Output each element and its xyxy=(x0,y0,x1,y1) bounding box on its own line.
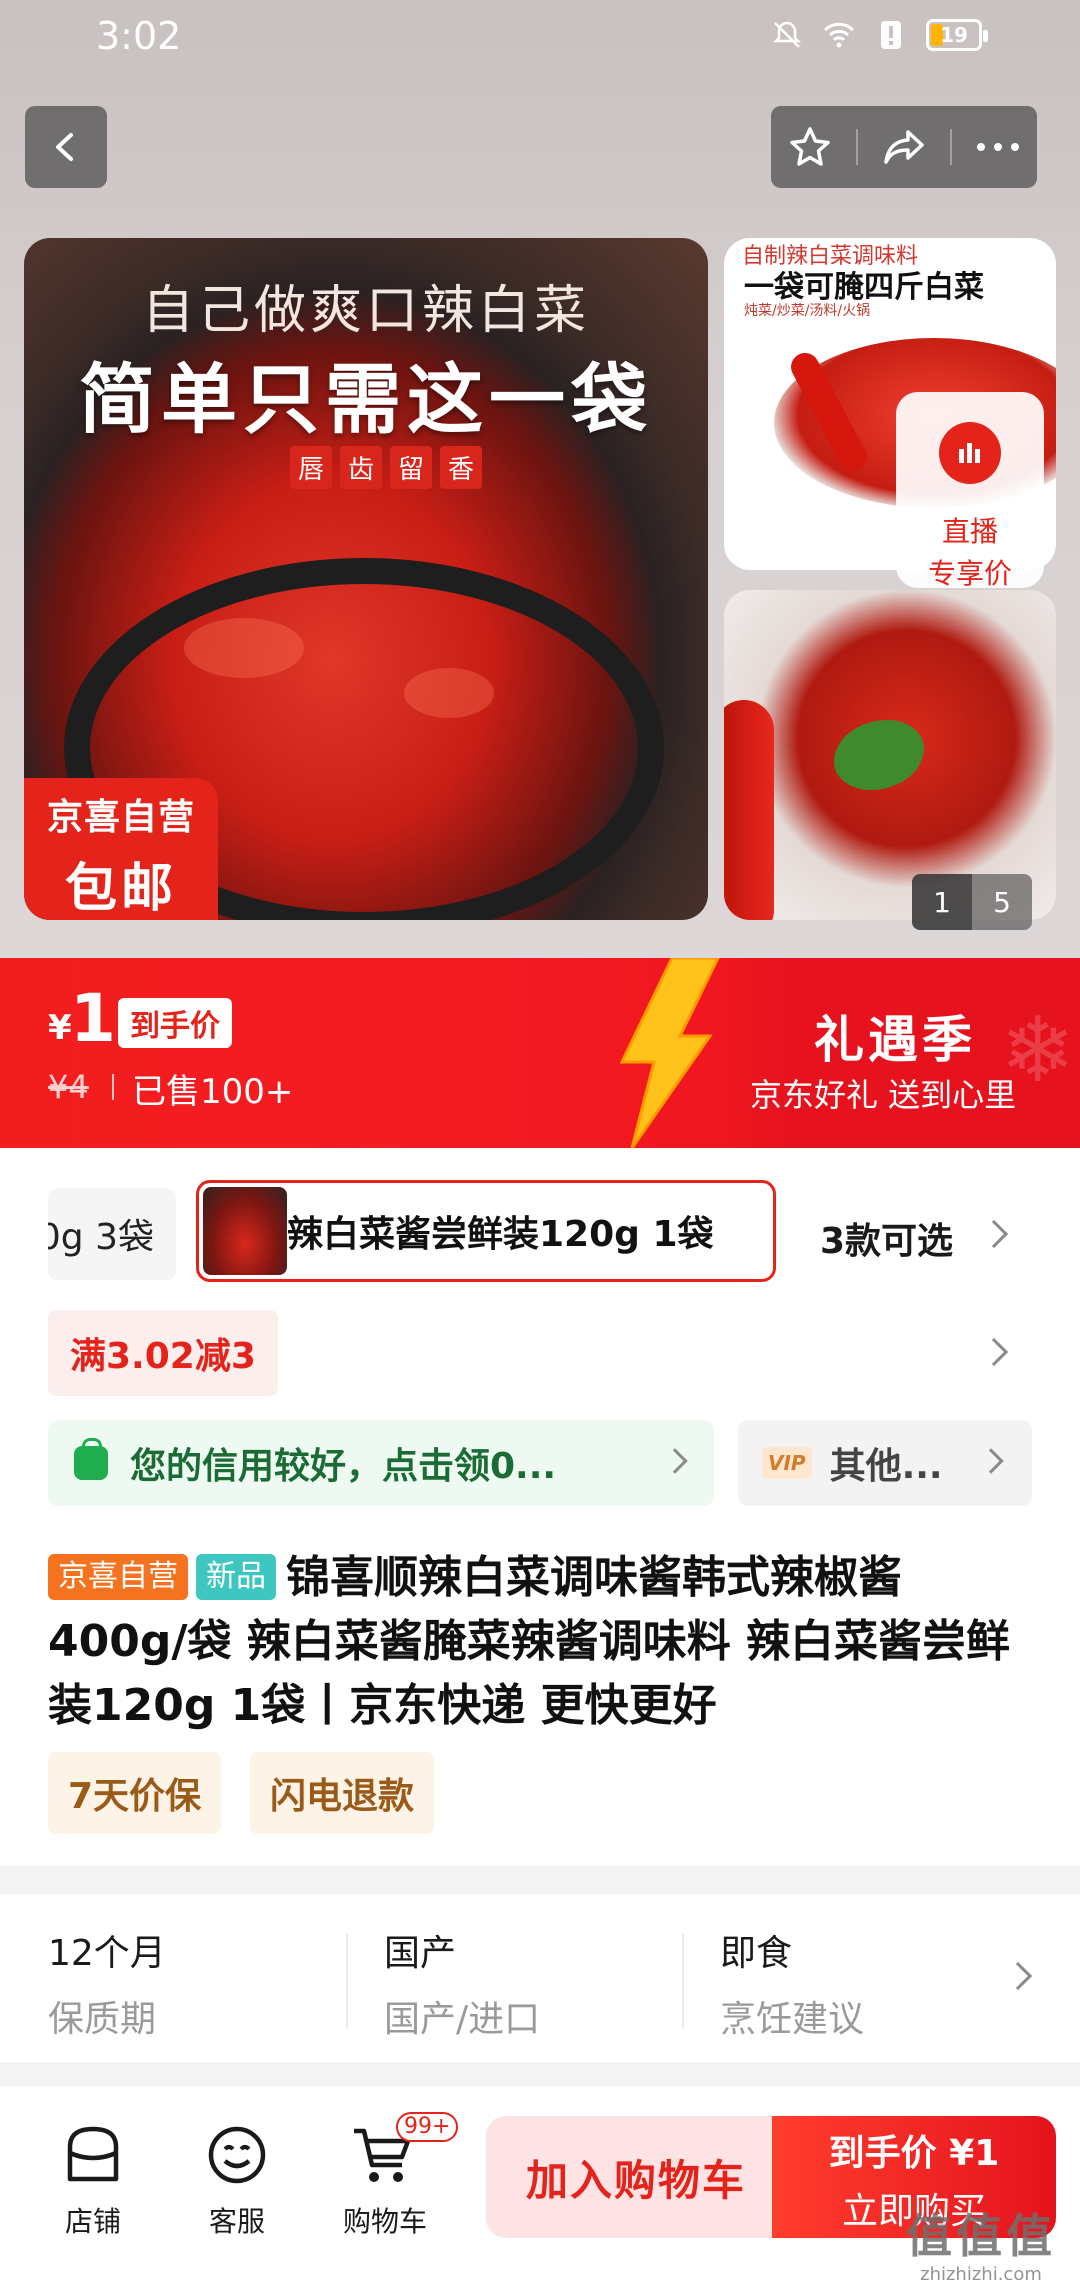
currency-symbol: ¥ xyxy=(48,1008,72,1048)
sold-count: 已售100+ xyxy=(132,1072,294,1112)
favorite-button[interactable] xyxy=(778,115,842,179)
share-button[interactable] xyxy=(872,115,936,179)
main-product-image[interactable]: 自己做爽口辣白菜 简单只需这一袋 唇 齿 留 香 京喜自营 包邮 xyxy=(24,238,708,920)
service-tag-fast-refund[interactable]: 闪电退款 xyxy=(250,1752,435,1834)
self-operated-badge: 京喜自营 包邮 xyxy=(24,778,218,920)
new-product-tag: 新品 xyxy=(196,1554,276,1600)
section-divider xyxy=(0,2062,1080,2086)
chevron-right-icon[interactable] xyxy=(979,1337,1009,1367)
share-icon xyxy=(884,130,924,164)
back-button[interactable] xyxy=(25,106,107,188)
campaign-subtitle: 京东好礼 送到心里 xyxy=(750,1076,1017,1114)
vip-offer[interactable]: VIP 其他... xyxy=(738,1420,1032,1506)
nav-customer-service[interactable]: 客服 xyxy=(172,2120,302,2240)
spec-cooking: 即食 烹饪建议 xyxy=(720,1933,865,2040)
mute-bell-icon xyxy=(772,21,802,48)
add-to-cart-button[interactable]: 加入购物车 xyxy=(486,2116,786,2238)
divider xyxy=(112,1074,114,1100)
product-gallery[interactable]: 3:02 19 自己做爽口辣白菜 简单只需这一袋 唇 齿 留 香 京喜自营 包邮… xyxy=(0,0,1080,958)
wifi-icon xyxy=(823,22,855,48)
buy-now-price: 到手价 ¥1 xyxy=(828,2133,1000,2174)
gallery-pager: 1 5 xyxy=(912,874,1032,930)
nav-store[interactable]: 店铺 xyxy=(28,2120,158,2240)
more-button[interactable] xyxy=(966,115,1030,179)
lightning-icon xyxy=(619,958,720,1148)
sku-thumbnail xyxy=(203,1187,287,1275)
image-caption-2: 简单只需这一袋 xyxy=(79,355,653,444)
cart-count-badge: 99+ xyxy=(396,2112,459,2142)
divider xyxy=(950,129,952,165)
customer-service-icon xyxy=(208,2126,266,2184)
divider xyxy=(856,129,858,165)
section-divider xyxy=(0,1866,1080,1894)
image-stamp: 唇 齿 留 香 xyxy=(290,446,483,489)
divider xyxy=(346,1934,348,2028)
spec-shelf-life: 12个月 保质期 xyxy=(48,1933,166,2040)
price-value: 1 xyxy=(70,980,116,1057)
pager-total: 5 xyxy=(993,885,1011,919)
watermark: 值值值 zhizhizhi.com xyxy=(906,2209,1056,2280)
coupon-badge[interactable]: 满3.02减3 xyxy=(48,1310,278,1396)
original-price: ¥4 xyxy=(48,1068,89,1106)
divider xyxy=(682,1934,684,2028)
pager-current: 1 xyxy=(912,874,972,930)
chevron-right-icon xyxy=(1003,1961,1033,1991)
status-icons: 19 xyxy=(770,18,988,52)
star-icon xyxy=(790,127,830,166)
chevron-right-icon xyxy=(978,1448,1004,1474)
service-tag-price-protect[interactable]: 7天价保 xyxy=(48,1752,222,1834)
chevron-left-icon xyxy=(56,133,73,161)
battery-icon: 19 xyxy=(926,19,988,51)
chevron-right-icon xyxy=(662,1448,688,1474)
sku-option-selected[interactable]: 辣白菜酱尝鲜装120g 1袋 xyxy=(196,1180,776,1282)
sku-option-prev[interactable]: 0g 3袋 xyxy=(48,1188,176,1280)
spec-summary[interactable]: 12个月 保质期 国产 国产/进口 即食 烹饪建议 xyxy=(0,1894,1080,2062)
price-banner: ¥ 1 到手价 ¥4 已售100+ ❄ 礼遇季 京东好礼 送到心里 xyxy=(0,958,1080,1148)
shopping-bag-icon xyxy=(74,1438,108,1480)
sku-more-options[interactable]: 3款可选 xyxy=(820,1212,953,1264)
alert-icon xyxy=(881,21,901,49)
campaign-title: 礼遇季 xyxy=(814,1011,976,1069)
live-icon xyxy=(939,422,1001,484)
live-price-button[interactable]: 直播 专享价 xyxy=(896,392,1044,590)
chevron-right-icon[interactable] xyxy=(979,1219,1009,1249)
sku-selector: 0g 3袋 辣白菜酱尝鲜装120g 1袋 3款可选 xyxy=(0,1180,1080,1290)
vip-icon: VIP xyxy=(762,1447,812,1479)
status-time: 3:02 xyxy=(96,14,182,58)
thumb-caption-tags: 炖菜/炒菜/汤料/火锅 xyxy=(744,303,871,319)
product-title-text: 锦喜顺辣白菜调味酱韩式辣椒酱400g/袋 辣白菜酱腌菜辣酱调味料 辣白菜酱尝鲜装… xyxy=(48,1552,1011,1731)
more-icon xyxy=(977,143,1019,151)
image-caption-1: 自己做爽口辣白菜 xyxy=(141,281,590,341)
nav-cart[interactable]: 99+ 购物车 xyxy=(320,2112,459,2240)
spec-origin: 国产 国产/进口 xyxy=(384,1933,541,2040)
sku-selected-label: 辣白菜酱尝鲜装120g 1袋 xyxy=(287,1214,714,1255)
price-tag: 到手价 xyxy=(118,998,232,1048)
status-bar: 3:02 19 xyxy=(0,0,1080,78)
credit-offer-label: 您的信用较好，点击领0... xyxy=(130,1446,557,1487)
self-operated-tag: 京喜自营 xyxy=(48,1554,188,1600)
vip-offer-label: 其他... xyxy=(829,1446,943,1487)
credit-offer[interactable]: 您的信用较好，点击领0... xyxy=(48,1420,714,1506)
thumbnail-image-2[interactable] xyxy=(724,590,1056,920)
top-action-group xyxy=(771,106,1037,188)
store-icon xyxy=(67,2126,119,2182)
product-title: 京喜自营 新品 锦喜顺辣白菜调味酱韩式辣椒酱400g/袋 辣白菜酱腌菜辣酱调味料 辣… xyxy=(48,1546,1038,1738)
